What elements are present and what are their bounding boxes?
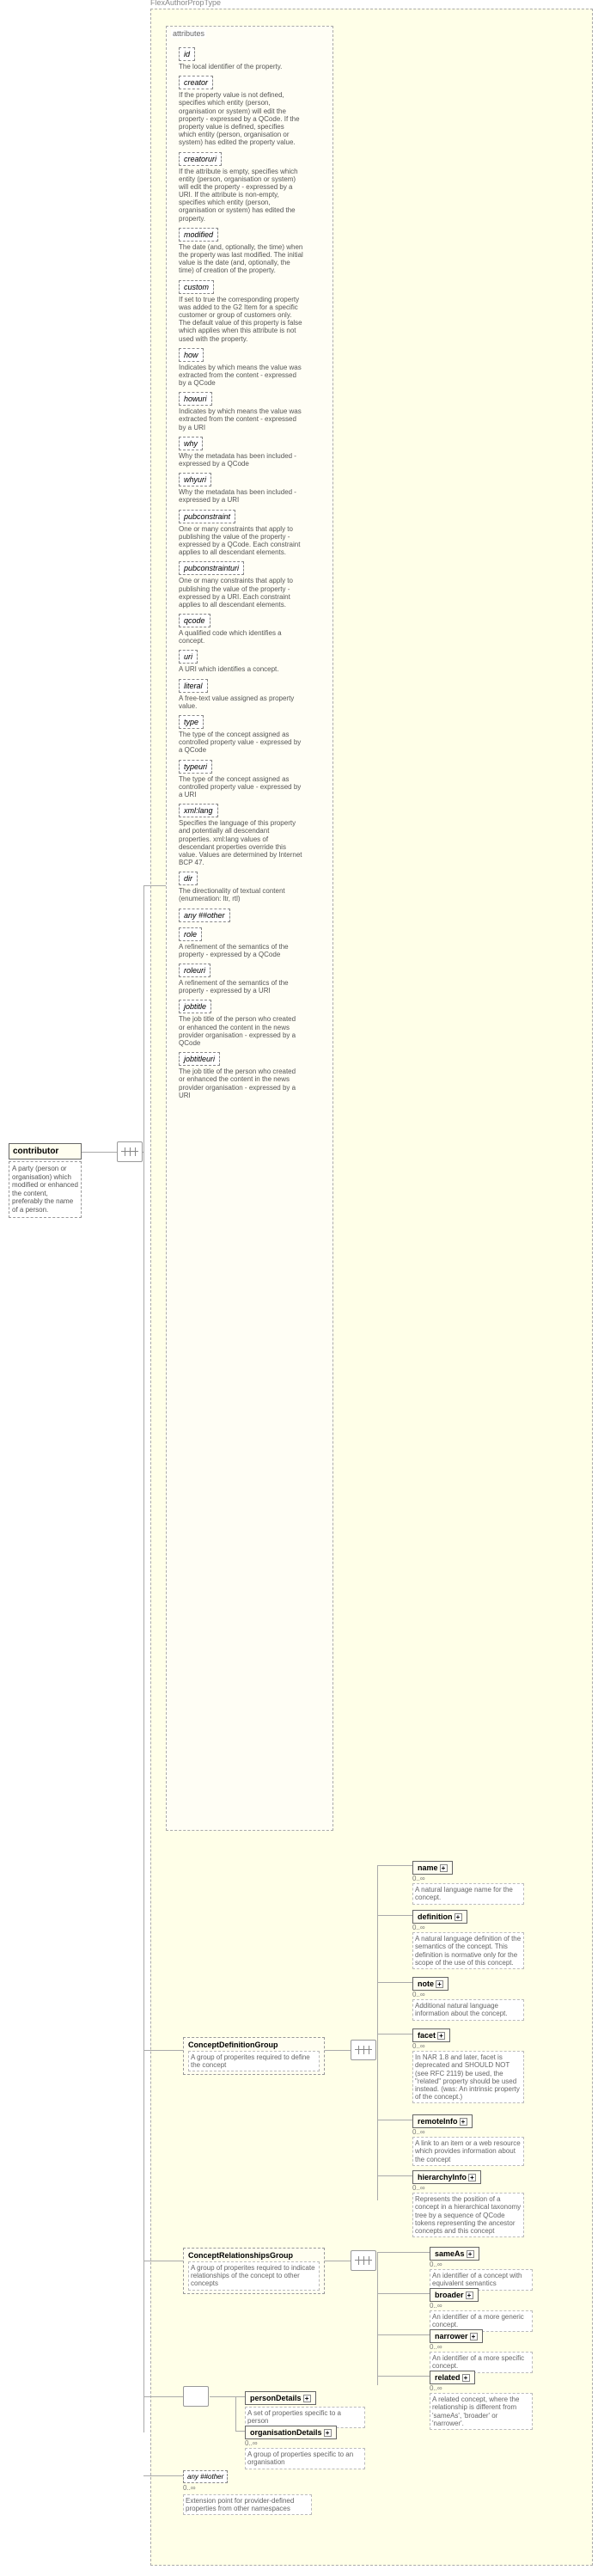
root-element-desc: A party (person or organisation) which m… <box>9 1161 82 1218</box>
attribute-modified[interactable]: modifiedThe date (and, optionally, the t… <box>179 228 324 275</box>
attribute-dir[interactable]: dirThe directionality of textual content… <box>179 872 324 903</box>
attribute-whyuri[interactable]: whyuriWhy the metadata has been included… <box>179 473 324 504</box>
attribute-jobtitle[interactable]: jobtitleThe job title of the person who … <box>179 1000 324 1047</box>
narrower-element[interactable]: narrower+ 0..∞ An identifier of a more s… <box>430 2329 533 2373</box>
any-other-element[interactable]: any ##other <box>183 2470 228 2483</box>
attribute-uri[interactable]: uriA URI which identifies a concept. <box>179 650 324 673</box>
concept-relationships-group[interactable]: ConceptRelationshipsGroup A group of pro… <box>183 2248 325 2294</box>
note-element[interactable]: note+ 0..∞ Additional natural language i… <box>412 1977 524 2021</box>
attributes-frame: attributes idThe local identifier of the… <box>166 26 333 1831</box>
related-element[interactable]: related+ 0..∞ A related concept, where t… <box>430 2371 533 2430</box>
crg-seq <box>351 2250 376 2271</box>
attribute-role[interactable]: roleA refinement of the semantics of the… <box>179 927 324 958</box>
choice-connector <box>183 2386 209 2407</box>
attribute-creatoruri[interactable]: creatoruriIf the attribute is empty, spe… <box>179 152 324 223</box>
root-element-label[interactable]: contributor <box>9 1143 82 1160</box>
root-sequence <box>117 1141 143 1162</box>
attribute-id[interactable]: idThe local identifier of the property. <box>179 47 324 70</box>
hierarchyinfo-element[interactable]: hierarchyInfo+ 0..∞ Represents the posit… <box>412 2170 524 2237</box>
attribute-qcode[interactable]: qcodeA qualified code which identifies a… <box>179 614 324 645</box>
attribute-roleuri[interactable]: roleuriA refinement of the semantics of … <box>179 964 324 994</box>
facet-element[interactable]: facet+ 0..∞ In NAR 1.8 and later, facet … <box>412 2028 524 2103</box>
attribute-any---other[interactable]: any ##other <box>179 909 324 922</box>
any-other-desc: Extension point for provider-defined pro… <box>183 2494 312 2515</box>
organisationdetails-element[interactable]: organisationDetails+ 0..∞ A group of pro… <box>245 2426 365 2469</box>
expand-icon[interactable]: + <box>440 1864 448 1872</box>
attribute-typeuri[interactable]: typeuriThe type of the concept assigned … <box>179 760 324 799</box>
name-element[interactable]: name+ 0..∞ A natural language name for t… <box>412 1861 524 1905</box>
attribute-how[interactable]: howIndicates by which means the value wa… <box>179 348 324 388</box>
cdg-seq <box>351 2040 376 2060</box>
attribute-custom[interactable]: customIf set to true the corresponding p… <box>179 280 324 343</box>
remoteinfo-element[interactable]: remoteInfo+ 0..∞ A link to an item or a … <box>412 2114 524 2166</box>
attribute-why[interactable]: whyWhy the metadata has been included - … <box>179 437 324 468</box>
attribute-type[interactable]: typeThe type of the concept assigned as … <box>179 715 324 755</box>
type-name: FlexAuthorPropType <box>150 0 221 7</box>
attribute-creator[interactable]: creatorIf the property value is not defi… <box>179 76 324 146</box>
broader-element[interactable]: broader+ 0..∞ An identifier of a more ge… <box>430 2288 533 2332</box>
attribute-pubconstrainturi[interactable]: pubconstrainturiOne or many constraints … <box>179 561 324 609</box>
root-element: contributor A party (person or organisat… <box>9 1143 82 1218</box>
attribute-literal[interactable]: literalA free-text value assigned as pro… <box>179 679 324 710</box>
attribute-jobtitleuri[interactable]: jobtitleuriThe job title of the person w… <box>179 1052 324 1099</box>
sameas-element[interactable]: sameAs+ 0..∞ An identifier of a concept … <box>430 2247 533 2291</box>
attribute-howuri[interactable]: howuriIndicates by which means the value… <box>179 392 324 431</box>
attribute-xml-lang[interactable]: xml:langSpecifies the language of this p… <box>179 804 324 866</box>
attribute-pubconstraint[interactable]: pubconstraintOne or many constraints tha… <box>179 510 324 557</box>
persondetails-element[interactable]: personDetails+ A set of properties speci… <box>245 2391 365 2428</box>
definition-element[interactable]: definition+ 0..∞ A natural language defi… <box>412 1910 524 1969</box>
concept-definition-group[interactable]: ConceptDefinitionGroup A group of proper… <box>183 2037 325 2075</box>
